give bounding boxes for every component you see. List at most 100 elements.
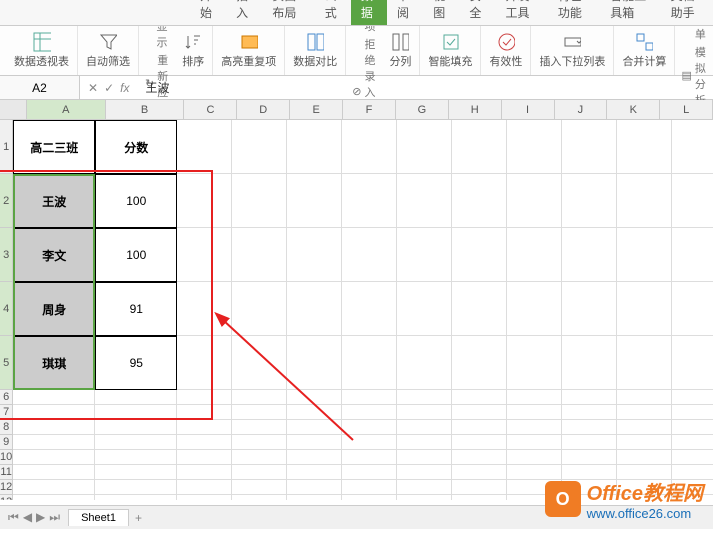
cell[interactable] bbox=[95, 465, 177, 480]
col-header-F[interactable]: F bbox=[343, 100, 396, 119]
cell[interactable] bbox=[342, 390, 397, 405]
col-header-J[interactable]: J bbox=[555, 100, 608, 119]
table-cell-name[interactable]: 李文 bbox=[13, 228, 95, 282]
cell[interactable] bbox=[287, 228, 342, 282]
row-header-13[interactable]: 13 bbox=[0, 495, 12, 500]
cell[interactable] bbox=[177, 174, 232, 228]
cell[interactable] bbox=[232, 390, 287, 405]
cell[interactable] bbox=[452, 228, 507, 282]
tab-doc-assistant[interactable]: 文档助手 bbox=[661, 0, 713, 25]
sheet-prev-icon[interactable]: ◀ bbox=[23, 510, 32, 525]
cell[interactable] bbox=[397, 282, 452, 336]
tab-data[interactable]: 数据 bbox=[351, 0, 387, 25]
cell[interactable] bbox=[232, 450, 287, 465]
cell[interactable] bbox=[617, 405, 672, 420]
cell[interactable] bbox=[342, 405, 397, 420]
cell[interactable] bbox=[562, 120, 617, 174]
tab-view[interactable]: 视图 bbox=[423, 0, 459, 25]
cell[interactable] bbox=[232, 174, 287, 228]
cell[interactable] bbox=[177, 336, 232, 390]
cell[interactable] bbox=[507, 174, 562, 228]
cell[interactable] bbox=[287, 450, 342, 465]
cell[interactable] bbox=[397, 336, 452, 390]
ribbon-auto-filter[interactable]: 自动筛选 bbox=[78, 26, 139, 75]
ribbon-insert-dropdown[interactable]: 插入下拉列表 bbox=[531, 26, 614, 75]
cell[interactable] bbox=[507, 405, 562, 420]
cell[interactable] bbox=[452, 480, 507, 495]
cell[interactable] bbox=[342, 174, 397, 228]
cell[interactable] bbox=[95, 480, 177, 495]
tab-insert[interactable]: 插入 bbox=[226, 0, 262, 25]
cell[interactable] bbox=[507, 282, 562, 336]
cell[interactable] bbox=[397, 450, 452, 465]
cell[interactable] bbox=[287, 336, 342, 390]
cell[interactable] bbox=[287, 120, 342, 174]
cell[interactable] bbox=[562, 174, 617, 228]
cell[interactable] bbox=[13, 465, 95, 480]
cell[interactable] bbox=[507, 420, 562, 435]
cell[interactable] bbox=[452, 465, 507, 480]
cell[interactable] bbox=[507, 390, 562, 405]
cell[interactable] bbox=[397, 480, 452, 495]
add-sheet-icon[interactable]: + bbox=[135, 511, 142, 525]
col-header-H[interactable]: H bbox=[449, 100, 502, 119]
sheet-last-icon[interactable]: ⏭ bbox=[49, 510, 60, 525]
cell[interactable] bbox=[672, 450, 713, 465]
cell[interactable] bbox=[177, 495, 232, 500]
cell[interactable] bbox=[177, 282, 232, 336]
cell[interactable] bbox=[287, 480, 342, 495]
cell[interactable] bbox=[562, 435, 617, 450]
cell[interactable] bbox=[617, 336, 672, 390]
cell[interactable] bbox=[672, 336, 713, 390]
cell[interactable] bbox=[95, 420, 177, 435]
cell[interactable] bbox=[672, 390, 713, 405]
col-header-K[interactable]: K bbox=[607, 100, 660, 119]
ribbon-consolidate[interactable]: 合并计算 bbox=[614, 26, 675, 75]
cell[interactable] bbox=[342, 465, 397, 480]
row-header-6[interactable]: 6 bbox=[0, 390, 12, 405]
cells-area[interactable]: 高二三班 分数 王波 100 李文 100 周身 91 琪琪 95 bbox=[13, 120, 713, 500]
cell[interactable] bbox=[562, 228, 617, 282]
col-header-A[interactable]: A bbox=[27, 100, 106, 119]
select-all-corner[interactable] bbox=[0, 100, 27, 119]
sheet-next-icon[interactable]: ▶ bbox=[36, 510, 45, 525]
row-header-8[interactable]: 8 bbox=[0, 420, 12, 435]
table-cell-score[interactable]: 100 bbox=[95, 174, 177, 228]
ribbon-pivot-table[interactable]: 数据透视表 bbox=[6, 26, 78, 75]
cell[interactable] bbox=[617, 450, 672, 465]
row-header-10[interactable]: 10 bbox=[0, 450, 12, 465]
cell[interactable] bbox=[232, 420, 287, 435]
cell[interactable] bbox=[232, 435, 287, 450]
tab-security[interactable]: 安全 bbox=[459, 0, 495, 25]
cell[interactable] bbox=[342, 228, 397, 282]
cell[interactable] bbox=[562, 420, 617, 435]
row-header-12[interactable]: 12 bbox=[0, 480, 12, 495]
cell[interactable] bbox=[562, 282, 617, 336]
cell[interactable] bbox=[507, 435, 562, 450]
cell[interactable] bbox=[397, 465, 452, 480]
cell[interactable] bbox=[342, 282, 397, 336]
cell[interactable] bbox=[13, 480, 95, 495]
cell[interactable] bbox=[342, 120, 397, 174]
cell[interactable] bbox=[452, 120, 507, 174]
col-header-L[interactable]: L bbox=[660, 100, 713, 119]
cell[interactable] bbox=[95, 435, 177, 450]
cell[interactable] bbox=[342, 480, 397, 495]
cell[interactable] bbox=[232, 495, 287, 500]
cell[interactable] bbox=[562, 405, 617, 420]
table-cell-name[interactable]: 琪琪 bbox=[13, 336, 95, 390]
col-header-D[interactable]: D bbox=[237, 100, 290, 119]
col-header-I[interactable]: I bbox=[502, 100, 555, 119]
table-cell-score[interactable]: 95 bbox=[95, 336, 177, 390]
cell[interactable] bbox=[342, 435, 397, 450]
cell[interactable] bbox=[177, 450, 232, 465]
cell[interactable] bbox=[397, 120, 452, 174]
col-header-C[interactable]: C bbox=[184, 100, 237, 119]
col-header-E[interactable]: E bbox=[290, 100, 343, 119]
cell[interactable] bbox=[397, 174, 452, 228]
ribbon-validation[interactable]: 有效性 bbox=[481, 26, 531, 75]
tab-page-layout[interactable]: 页面布局 bbox=[262, 0, 314, 25]
row-header-4[interactable]: 4 bbox=[0, 282, 12, 336]
cell[interactable] bbox=[617, 174, 672, 228]
cell[interactable] bbox=[177, 420, 232, 435]
